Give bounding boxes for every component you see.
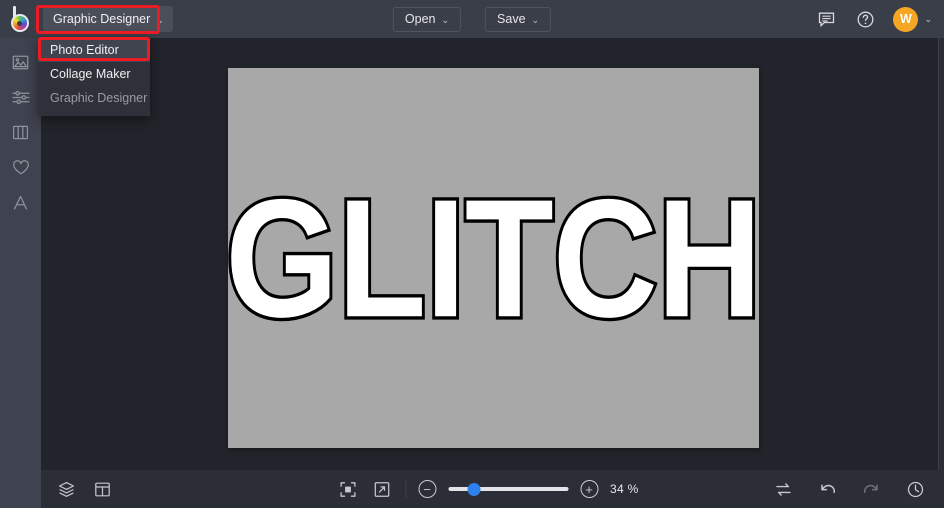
avatar: W	[893, 6, 919, 32]
chevron-down-icon: ⌄	[441, 14, 450, 25]
sidebar-item-image-tool[interactable]	[7, 52, 35, 72]
workspace-scrollbar[interactable]	[938, 38, 944, 470]
open-button[interactable]: Open ⌄	[392, 6, 462, 32]
chevron-down-icon: ⌄	[924, 13, 932, 24]
zoom-slider-handle[interactable]	[467, 482, 481, 496]
befunky-logo-icon	[8, 6, 34, 32]
canvas-text-layer[interactable]: GLITCH	[223, 171, 765, 346]
menu-item-photo-editor[interactable]: Photo Editor	[38, 38, 150, 62]
compare-swap-icon[interactable]	[772, 478, 794, 500]
sidebar-item-layout-tool[interactable]	[7, 122, 35, 142]
save-button[interactable]: Save ⌄	[485, 6, 552, 32]
right-actions: W ⌄	[815, 6, 932, 32]
center-actions: Open ⌄ Save ⌄	[392, 6, 552, 32]
workspace-area: GLITCH	[41, 38, 944, 470]
app-window: Graphic Designer ⌄ Open ⌄ Save ⌄ W ⌄ Pho…	[0, 0, 944, 508]
sidebar-item-text-tool[interactable]	[7, 192, 35, 212]
bottom-left-tools	[41, 478, 113, 500]
chat-bubble-icon[interactable]	[815, 8, 837, 30]
save-button-label: Save	[497, 12, 526, 26]
mode-dropdown-menu: Photo Editor Collage Maker Graphic Desig…	[38, 37, 150, 116]
fit-to-screen-icon[interactable]	[337, 478, 359, 500]
zoom-in-button[interactable]: +	[580, 480, 598, 498]
menu-item-label: Photo Editor	[50, 43, 119, 57]
redo-icon[interactable]	[860, 478, 882, 500]
design-canvas[interactable]: GLITCH	[223, 68, 765, 448]
layers-icon[interactable]	[55, 478, 77, 500]
bottom-toolbar: − + 34 %	[41, 470, 944, 508]
menu-item-label: Graphic Designer	[50, 91, 148, 105]
zoom-level-label: 34 %	[610, 482, 639, 496]
app-logo[interactable]	[0, 0, 41, 38]
chevron-down-icon: ⌄	[156, 14, 164, 25]
bottom-right-tools	[772, 478, 926, 500]
history-clock-icon[interactable]	[904, 478, 926, 500]
left-sidebar	[0, 38, 41, 508]
mode-switcher-button[interactable]: Graphic Designer ⌄	[43, 6, 173, 32]
top-toolbar: Graphic Designer ⌄ Open ⌄ Save ⌄ W ⌄	[0, 0, 944, 38]
zoom-controls: − + 34 %	[337, 478, 648, 500]
menu-item-collage-maker[interactable]: Collage Maker	[38, 62, 150, 86]
undo-icon[interactable]	[816, 478, 838, 500]
sidebar-item-adjust-tool[interactable]	[7, 87, 35, 107]
panel-layout-icon[interactable]	[91, 478, 113, 500]
menu-item-label: Collage Maker	[50, 67, 131, 81]
logo-color-wheel	[10, 14, 29, 32]
zoom-out-button[interactable]: −	[418, 480, 436, 498]
zoom-slider[interactable]	[448, 481, 568, 497]
sidebar-item-favorites-tool[interactable]	[7, 157, 35, 177]
user-menu[interactable]: W ⌄	[893, 6, 932, 32]
zoom-slider-track	[448, 487, 568, 491]
question-circle-icon[interactable]	[854, 8, 876, 30]
expand-icon[interactable]	[371, 478, 393, 500]
toolbar-divider	[405, 480, 406, 498]
menu-item-graphic-designer: Graphic Designer	[38, 86, 150, 110]
chevron-down-icon: ⌄	[531, 14, 540, 25]
mode-switcher-label: Graphic Designer	[53, 12, 151, 26]
open-button-label: Open	[404, 12, 436, 26]
